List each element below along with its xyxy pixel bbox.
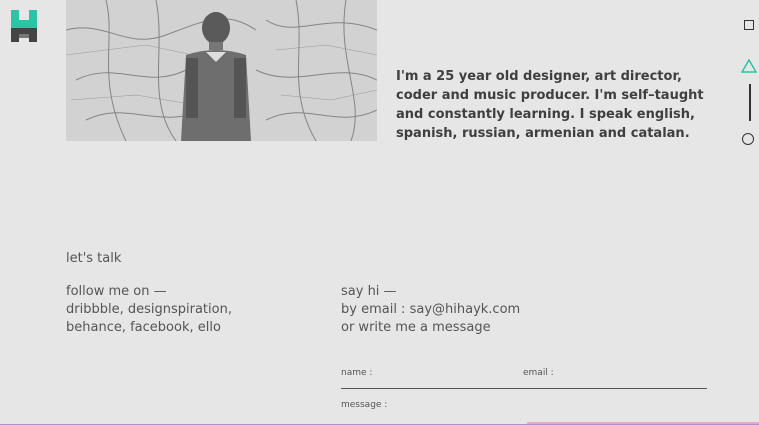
say-hi-label: say hi — <box>341 284 397 299</box>
say-hi-block: say hi — by email : say@hihayk.com or wr… <box>341 283 520 337</box>
follow-block: follow me on — dribbble, designspiration… <box>66 283 232 337</box>
message-field-label[interactable]: message : <box>341 400 387 410</box>
social-links-line-1[interactable]: dribbble, designspiration, <box>66 301 232 319</box>
triangle-icon[interactable] <box>741 59 757 73</box>
nav-divider <box>749 84 751 121</box>
email-link[interactable]: by email : say@hihayk.com <box>341 301 520 319</box>
lets-talk-heading: let's talk <box>66 251 122 266</box>
square-icon[interactable] <box>744 20 754 30</box>
email-field-label[interactable]: email : <box>523 368 554 378</box>
circle-icon[interactable] <box>742 133 754 145</box>
profile-photo <box>66 0 377 141</box>
section-nav <box>741 0 759 160</box>
profile-photo-illustration <box>66 0 377 141</box>
write-message-text: or write me a message <box>341 320 491 335</box>
form-rule <box>341 388 707 389</box>
social-links-line-2[interactable]: behance, facebook, ello <box>66 319 232 337</box>
h-logo-icon[interactable] <box>11 10 37 42</box>
follow-label: follow me on — <box>66 284 167 299</box>
bio-text: I'm a 25 year old designer, art director… <box>396 69 704 141</box>
name-field-label[interactable]: name : <box>341 368 372 378</box>
